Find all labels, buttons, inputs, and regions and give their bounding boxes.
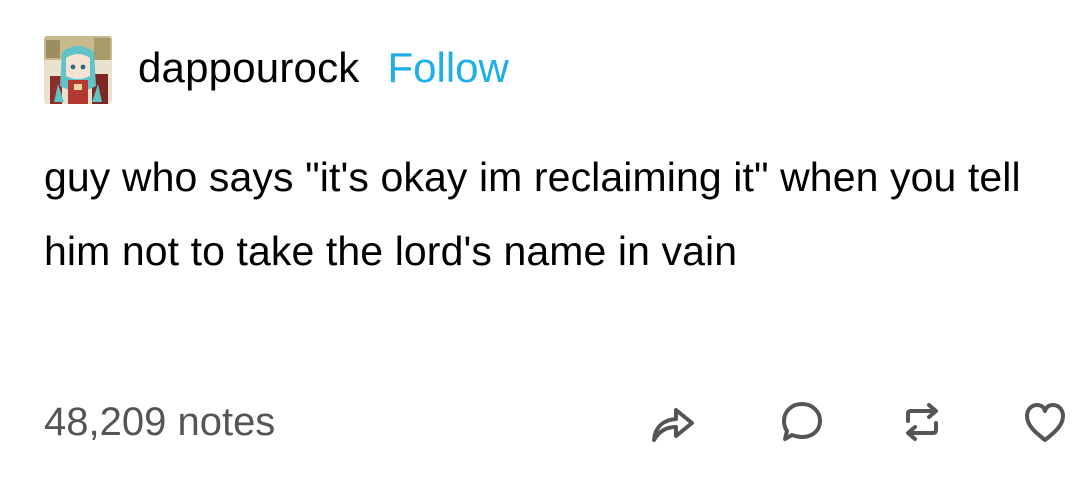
share-button[interactable]	[644, 394, 700, 450]
avatar-image-icon	[44, 36, 112, 104]
like-button[interactable]	[1017, 394, 1073, 450]
reply-button[interactable]	[774, 394, 830, 450]
reply-icon	[782, 402, 822, 441]
post-header: dappourock Follow	[44, 36, 509, 104]
post-body: guy who says "it's okay im reclaiming it…	[44, 140, 1054, 288]
post-footer: 48,209 notes	[44, 392, 1065, 452]
follow-button[interactable]: Follow	[388, 47, 509, 89]
post-text: guy who says "it's okay im reclaiming it…	[44, 154, 1021, 274]
tumblr-post: dappourock Follow guy who says "it's oka…	[0, 0, 1080, 485]
reblog-icon	[906, 403, 938, 441]
reblog-button[interactable]	[894, 394, 950, 450]
share-icon	[652, 408, 694, 442]
author-avatar[interactable]	[44, 36, 112, 104]
notes-count[interactable]: 48,209 notes	[44, 402, 275, 442]
post-actions	[599, 394, 1079, 450]
author-username[interactable]: dappourock	[138, 47, 360, 89]
heart-icon	[1025, 403, 1065, 442]
